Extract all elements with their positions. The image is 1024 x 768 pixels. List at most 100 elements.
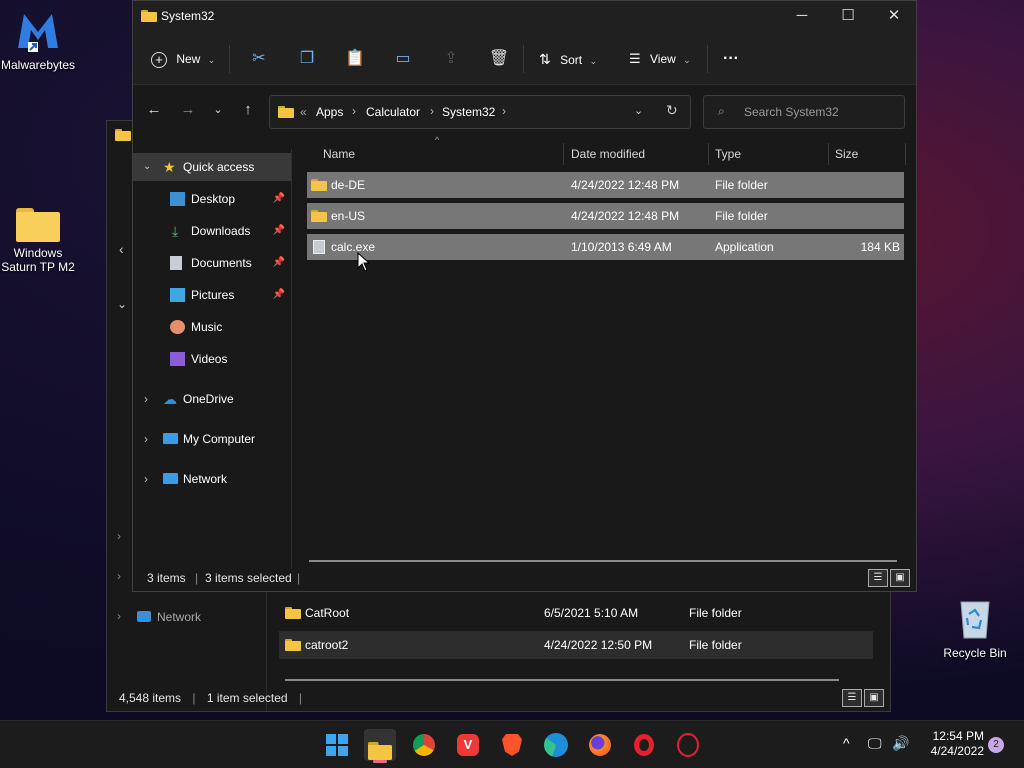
delete-icon[interactable]: 🗑 <box>487 47 511 71</box>
documents-icon <box>170 256 182 270</box>
new-button[interactable]: + New ⌄ <box>151 47 215 71</box>
taskbar-firefox[interactable] <box>584 729 616 761</box>
file-type: File folder <box>689 638 742 652</box>
address-dropdown-icon[interactable]: ⌄ <box>634 104 643 117</box>
sidebar-item-label: Desktop <box>191 192 236 206</box>
mouse-cursor-icon <box>357 252 371 272</box>
paste-icon[interactable]: 📋 <box>343 47 367 71</box>
pin-icon: 📌 <box>272 257 285 268</box>
table-row[interactable]: catroot2 4/24/2022 12:50 PM File folder <box>279 631 873 659</box>
taskbar-opera-gx[interactable] <box>672 729 704 761</box>
file-date: 1/10/2013 6:49 AM <box>571 240 672 254</box>
file-type: File folder <box>715 209 768 223</box>
back-arrow-icon[interactable]: ← <box>143 99 165 121</box>
chevron-right-icon: › <box>144 392 148 406</box>
sidebar-item-pictures[interactable]: Pictures 📌 <box>133 281 291 309</box>
videos-icon <box>170 352 185 366</box>
table-row[interactable]: en-US 4/24/2022 12:48 PM File folder <box>307 203 904 229</box>
taskbar-file-explorer[interactable] <box>364 729 396 763</box>
sort-button[interactable]: ⇅ Sort ⌄ <box>539 47 597 71</box>
breadcrumb-overflow[interactable]: « <box>300 105 307 119</box>
forward-arrow-icon[interactable]: → <box>177 99 199 121</box>
cut-icon[interactable]: ✂ <box>247 47 271 71</box>
chevron-right-icon: › <box>502 104 506 118</box>
title-bar[interactable]: System32 ─ ☐ ✕ <box>133 1 916 33</box>
column-header-date[interactable]: Date modified <box>571 147 645 161</box>
pane-divider[interactable] <box>291 149 292 569</box>
clock-time: 12:54 PM <box>932 729 984 743</box>
desktop-icon-windows-saturn[interactable]: Windows Saturn TP M2 <box>0 208 76 274</box>
chevron-down-icon: ⌄ <box>207 55 216 65</box>
close-button[interactable]: ✕ <box>871 1 917 31</box>
sidebar-item-label: OneDrive <box>183 392 234 406</box>
desktop-icon-recycle-bin[interactable]: Recycle Bin <box>937 598 1013 660</box>
clock[interactable]: 12:54 PM 4/24/2022 <box>920 729 984 759</box>
sort-caret-icon: ^ <box>435 135 440 145</box>
column-header-type[interactable]: Type <box>715 147 741 161</box>
selection-count: 1 item selected <box>206 691 288 705</box>
sidebar-item-documents[interactable]: Documents 📌 <box>133 249 291 277</box>
notification-badge[interactable]: 2 <box>988 737 1004 753</box>
address-row: ← → ⌄ ↑ « Apps › Calculator › System32 ›… <box>133 85 916 135</box>
horizontal-scrollbar[interactable] <box>309 560 897 562</box>
taskbar-vivaldi[interactable]: V <box>452 729 484 761</box>
taskbar-opera[interactable] <box>628 729 660 761</box>
volume-icon[interactable]: 🔊 <box>892 735 909 752</box>
details-view-button[interactable]: ☰ <box>868 569 888 587</box>
search-icon: ⌕ <box>718 104 725 118</box>
sidebar-item-videos[interactable]: Videos <box>133 345 291 373</box>
back-nav-network[interactable]: Network <box>157 610 201 624</box>
sidebar-item-music[interactable]: Music <box>133 313 291 341</box>
active-indicator <box>373 760 387 763</box>
taskbar-chrome[interactable] <box>408 729 440 761</box>
horizontal-scrollbar[interactable] <box>285 679 839 681</box>
share-icon[interactable]: ⇪ <box>439 47 463 71</box>
music-icon <box>170 320 185 334</box>
refresh-icon[interactable]: ↻ <box>666 102 678 119</box>
search-input[interactable]: ⌕ Search System32 <box>703 95 905 129</box>
column-header: ^ Name Date modified Type Size <box>307 135 907 165</box>
opera-gx-icon <box>677 733 699 757</box>
vivaldi-icon: V <box>457 734 479 756</box>
rename-icon[interactable]: ▭ <box>391 47 415 71</box>
file-date: 4/24/2022 12:48 PM <box>571 209 680 223</box>
more-options-button[interactable]: ··· <box>723 47 739 71</box>
sidebar-item-desktop[interactable]: Desktop 📌 <box>133 185 291 213</box>
network-tray-icon[interactable]: 🖵 <box>868 735 882 752</box>
explorer-window[interactable]: System32 ─ ☐ ✕ + New ⌄ ✂ ❐ 📋 ▭ ⇪ 🗑 ⇅ Sor… <box>132 0 917 592</box>
sidebar-item-onedrive[interactable]: › ☁ OneDrive <box>133 385 291 413</box>
view-button[interactable]: ☰ View ⌄ <box>629 47 691 71</box>
column-header-size[interactable]: Size <box>835 147 858 161</box>
desktop-icon-malwarebytes[interactable]: Malwarebytes <box>0 8 76 72</box>
tiles-view-button[interactable]: ▣ <box>890 569 910 587</box>
edge-icon <box>544 733 568 757</box>
sidebar-item-my-computer[interactable]: › My Computer <box>133 425 291 453</box>
sidebar-item-quick-access[interactable]: ⌄ ★ Quick access <box>133 153 291 181</box>
breadcrumb-system32[interactable]: System32 <box>442 105 495 119</box>
column-header-name[interactable]: Name <box>323 147 355 161</box>
chevron-right-icon: › <box>144 472 148 486</box>
minimize-button[interactable]: ─ <box>779 1 825 31</box>
tiles-view-button[interactable]: ▣ <box>864 689 884 707</box>
breadcrumb-apps[interactable]: Apps <box>316 105 343 119</box>
navigation-pane: ⌄ ★ Quick access Desktop 📌 ⤓ Downloads 📌… <box>133 149 291 565</box>
show-hidden-icons-chevron[interactable]: ^ <box>843 735 850 751</box>
copy-icon[interactable]: ❐ <box>295 47 319 71</box>
breadcrumb-calculator[interactable]: Calculator <box>366 105 420 119</box>
taskbar-edge[interactable] <box>540 729 572 761</box>
table-row[interactable]: CatRoot 6/5/2021 5:10 AM File folder <box>279 599 873 627</box>
details-view-button[interactable]: ☰ <box>842 689 862 707</box>
sidebar-item-label: Quick access <box>183 160 255 174</box>
sort-label: Sort <box>560 53 583 67</box>
recent-chevron-icon[interactable]: ⌄ <box>207 99 229 121</box>
table-row[interactable]: de-DE 4/24/2022 12:48 PM File folder <box>307 172 904 198</box>
address-bar[interactable]: « Apps › Calculator › System32 › ⌄ ↻ <box>269 95 691 129</box>
table-row[interactable]: calc.exe 1/10/2013 6:49 AM Application 1… <box>307 234 904 260</box>
sidebar-item-downloads[interactable]: ⤓ Downloads 📌 <box>133 217 291 245</box>
maximize-button[interactable]: ☐ <box>825 1 871 31</box>
sidebar-item-network[interactable]: › Network <box>133 465 291 493</box>
taskbar-brave[interactable] <box>496 729 528 761</box>
start-button[interactable] <box>321 729 353 761</box>
up-arrow-icon[interactable]: ↑ <box>237 99 259 121</box>
chevron-left-icon: ‹ <box>119 241 124 257</box>
